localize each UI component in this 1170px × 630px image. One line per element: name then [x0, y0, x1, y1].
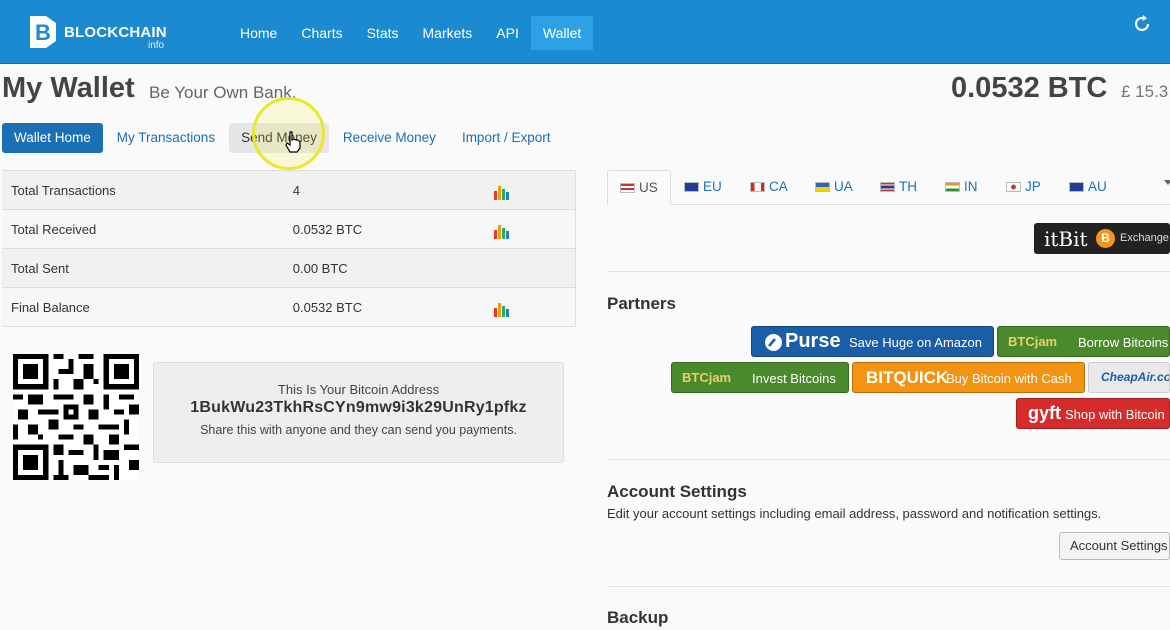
wallet-balance: 0.0532 BTC [951, 72, 1108, 104]
nav-home[interactable]: Home [228, 16, 289, 50]
tab-country-ca[interactable]: CA [750, 170, 788, 205]
th-flag-icon [880, 182, 895, 192]
stat-label: Total Received [2, 209, 293, 249]
account-settings-title: Account Settings [607, 482, 747, 501]
fiat-balance: £ 15.3 [1121, 82, 1169, 101]
address-hint: Share this with anyone and they can send… [200, 423, 517, 437]
table-row: Final Balance 0.0532 BTC [2, 287, 576, 327]
blockchain-logo[interactable]: B BLOCKCHAIN info [26, 14, 176, 54]
bar-chart-icon[interactable] [493, 301, 509, 317]
top-navbar: B BLOCKCHAIN info Home Charts Stats Mark… [0, 0, 1170, 64]
tab-my-transactions[interactable]: My Transactions [105, 123, 227, 153]
btcjam-borrow-text: Borrow Bitcoins [1078, 335, 1169, 350]
stat-label: Final Balance [2, 287, 293, 327]
bitcoin-address-box: This Is Your Bitcoin Address 1BukWu23Tkh… [153, 362, 564, 463]
btcjam-brand: BTCjam [1008, 334, 1058, 349]
page: B BLOCKCHAIN info Home Charts Stats Mark… [0, 0, 1170, 630]
btcjam-invest-text: Invest Bitcoins [752, 371, 836, 386]
stat-value: 0.00 BTC [292, 248, 493, 288]
main-nav: Home Charts Stats Markets API Wallet [228, 16, 594, 50]
nav-markets[interactable]: Markets [411, 16, 485, 50]
gyft-brand: gyft [1028, 403, 1061, 423]
backup-title: Backup [607, 608, 669, 627]
bitquick-partner-button[interactable]: BITQUICK Buy Bitcoin with Cash [852, 362, 1085, 393]
eu-flag-icon [684, 182, 699, 192]
bitquick-text: Buy Bitcoin with Cash [946, 371, 1072, 386]
svg-text:B: B [35, 20, 51, 45]
btcjam-borrow-button[interactable]: BTCjam Borrow Bitcoins [997, 326, 1170, 357]
ua-flag-icon [815, 182, 830, 192]
purse-partner-button[interactable]: Purse Save Huge on Amazon [751, 326, 994, 357]
hand-cursor-icon [285, 131, 301, 153]
ca-flag-icon [750, 182, 765, 192]
divider [607, 586, 1170, 587]
gyft-partner-button[interactable]: gyft Shop with Bitcoin [1016, 398, 1170, 429]
more-countries-caret-icon[interactable] [1164, 180, 1170, 185]
itbit-tag: Exchange [1120, 232, 1169, 244]
address-heading: This Is Your Bitcoin Address [277, 382, 440, 397]
tab-receive-money[interactable]: Receive Money [331, 123, 448, 153]
purse-brand: Purse [785, 330, 841, 352]
bitcoin-address[interactable]: 1BukWu23TkhRsCYn9mw9i3k29UnRy1pfkz [154, 399, 563, 417]
stat-label: Total Transactions [2, 170, 293, 210]
tab-country-au[interactable]: AU [1069, 170, 1107, 205]
nav-charts[interactable]: Charts [289, 16, 354, 50]
tab-country-ua[interactable]: UA [815, 170, 853, 205]
jp-flag-icon [1006, 182, 1021, 192]
blockchain-logo-icon: B [30, 16, 56, 48]
logo-word: BLOCKCHAIN [64, 24, 167, 41]
itbit-exchange-banner[interactable]: itBit B Exchange [1034, 223, 1170, 254]
purse-text: Save Huge on Amazon [849, 335, 982, 350]
refresh-icon[interactable] [1132, 14, 1152, 34]
au-flag-icon [1069, 182, 1084, 192]
tab-country-jp[interactable]: JP [1006, 170, 1041, 205]
btcjam-invest-button[interactable]: BTCjam Invest Bitcoins [671, 362, 849, 393]
bar-chart-icon[interactable] [493, 223, 509, 239]
tab-country-in[interactable]: IN [945, 170, 978, 205]
table-row: Total Received 0.0532 BTC [2, 209, 576, 249]
nav-stats[interactable]: Stats [355, 16, 411, 50]
country-tabs: US EU CA UA TH IN JP AU [607, 170, 1170, 205]
bitquick-brand: BITQUICK [866, 368, 949, 387]
page-title: My Wallet [2, 72, 135, 104]
tab-country-eu[interactable]: EU [684, 170, 722, 205]
bar-chart-icon[interactable] [493, 184, 509, 200]
table-row: Total Sent 0.00 BTC [2, 248, 576, 288]
stat-value: 0.0532 BTC [292, 209, 493, 249]
stat-value: 0.0532 BTC [292, 287, 493, 327]
tab-wallet-home[interactable]: Wallet Home [2, 123, 103, 153]
gyft-text: Shop with Bitcoin [1065, 407, 1165, 422]
nav-api[interactable]: API [484, 16, 531, 50]
in-flag-icon [945, 182, 960, 192]
divider [607, 271, 1170, 272]
account-settings-button[interactable]: Account Settings [1059, 532, 1170, 560]
partners-title: Partners [607, 294, 676, 313]
stat-label: Total Sent [2, 248, 293, 288]
us-flag-icon [620, 183, 635, 193]
purse-logo-icon [765, 334, 782, 351]
stat-value: 4 [292, 170, 493, 210]
btcjam-brand: BTCjam [682, 370, 732, 385]
logo-sub: info [148, 40, 165, 51]
qr-code [13, 354, 139, 480]
tab-country-th[interactable]: TH [880, 170, 917, 205]
bitcoin-coin-icon: B [1096, 229, 1115, 248]
tab-import-export[interactable]: Import / Export [450, 123, 563, 153]
tab-country-us[interactable]: US [607, 170, 671, 205]
cheapair-partner-button[interactable]: CheapAir.com [1088, 362, 1170, 393]
nav-wallet[interactable]: Wallet [530, 16, 594, 50]
itbit-brand: itBit [1044, 227, 1088, 251]
wallet-stats-table: Total Transactions 4 Total Received 0.05… [2, 170, 576, 327]
table-row: Total Transactions 4 [2, 170, 576, 210]
account-settings-desc: Edit your account settings including ema… [607, 506, 1102, 521]
divider [607, 459, 1170, 460]
cheapair-brand: CheapAir.com [1101, 370, 1169, 384]
